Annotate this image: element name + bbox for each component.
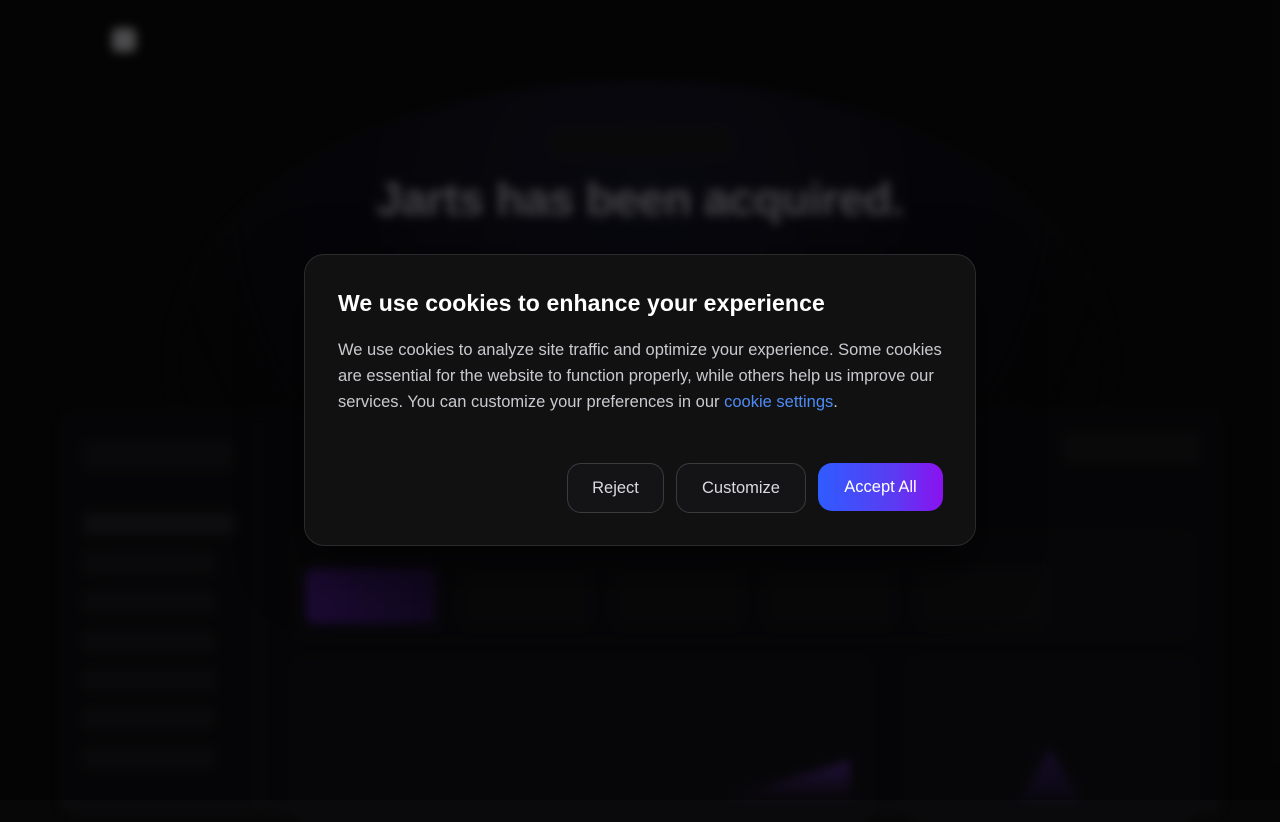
cookie-settings-link[interactable]: cookie settings bbox=[724, 393, 833, 411]
accept-all-button[interactable]: Accept All bbox=[818, 463, 943, 511]
cookie-body-text: We use cookies to analyze site traffic a… bbox=[338, 341, 942, 411]
cookie-dialog-title: We use cookies to enhance your experienc… bbox=[338, 290, 825, 316]
customize-button[interactable]: Customize bbox=[676, 463, 806, 513]
cookie-dialog-body: We use cookies to analyze site traffic a… bbox=[338, 337, 944, 415]
cookie-body-suffix: . bbox=[833, 393, 838, 411]
reject-button[interactable]: Reject bbox=[567, 463, 664, 513]
cookie-consent-dialog: We use cookies to enhance your experienc… bbox=[304, 254, 976, 546]
cookie-actions: Reject Customize Accept All bbox=[567, 463, 943, 513]
